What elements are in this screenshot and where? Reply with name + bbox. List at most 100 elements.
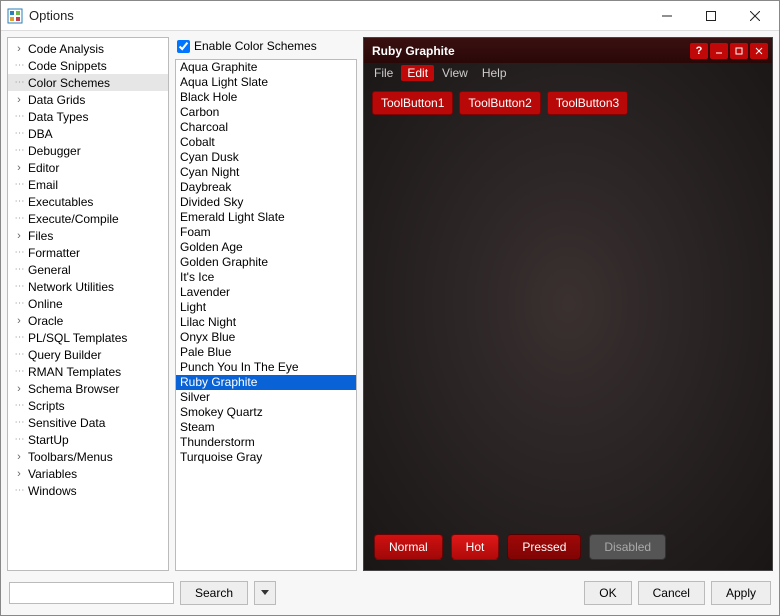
preview-minimize-button[interactable]: [710, 43, 728, 59]
tree-item[interactable]: ⋯PL/SQL Templates: [8, 329, 168, 346]
scheme-item[interactable]: Black Hole: [176, 90, 356, 105]
scheme-item[interactable]: Golden Age: [176, 240, 356, 255]
tree-node-icon: ⋯: [12, 264, 26, 275]
tree-item[interactable]: ⋯Executables: [8, 193, 168, 210]
tree-item[interactable]: ⋯Query Builder: [8, 346, 168, 363]
tree-item[interactable]: ⋯Formatter: [8, 244, 168, 261]
color-scheme-list[interactable]: Aqua GraphiteAqua Light SlateBlack HoleC…: [175, 59, 357, 571]
scheme-item[interactable]: Cyan Dusk: [176, 150, 356, 165]
chevron-right-icon[interactable]: ›: [12, 468, 26, 480]
tree-item[interactable]: ›Variables: [8, 465, 168, 482]
enable-color-schemes-row[interactable]: Enable Color Schemes: [175, 37, 357, 55]
tree-item-label: Color Schemes: [26, 76, 110, 90]
scheme-item[interactable]: Aqua Light Slate: [176, 75, 356, 90]
chevron-right-icon[interactable]: ›: [12, 94, 26, 106]
tree-item[interactable]: ⋯Debugger: [8, 142, 168, 159]
enable-color-schemes-label: Enable Color Schemes: [194, 39, 317, 53]
tree-item[interactable]: ⋯StartUp: [8, 431, 168, 448]
scheme-item[interactable]: Punch You In The Eye: [176, 360, 356, 375]
preview-menu-item[interactable]: File: [368, 65, 399, 81]
ok-button[interactable]: OK: [584, 581, 631, 605]
tree-item-label: Data Grids: [26, 93, 85, 107]
panes: ›Code Analysis⋯Code Snippets⋯Color Schem…: [7, 37, 773, 571]
scheme-item[interactable]: Carbon: [176, 105, 356, 120]
tree-item[interactable]: ⋯Windows: [8, 482, 168, 499]
tree-item[interactable]: ⋯General: [8, 261, 168, 278]
scheme-item[interactable]: Light: [176, 300, 356, 315]
preview-tool-button[interactable]: ToolButton2: [459, 91, 540, 115]
tree-item[interactable]: ⋯Sensitive Data: [8, 414, 168, 431]
tree-item[interactable]: ⋯Code Snippets: [8, 57, 168, 74]
search-dropdown-button[interactable]: [254, 581, 276, 605]
scheme-item[interactable]: Onyx Blue: [176, 330, 356, 345]
scheme-item[interactable]: Smokey Quartz: [176, 405, 356, 420]
maximize-button[interactable]: [689, 2, 733, 30]
scheme-item[interactable]: Divided Sky: [176, 195, 356, 210]
close-button[interactable]: [733, 2, 777, 30]
enable-color-schemes-checkbox[interactable]: [177, 40, 190, 53]
scheme-item[interactable]: Cobalt: [176, 135, 356, 150]
preview-menu-item[interactable]: Help: [476, 65, 513, 81]
minimize-button[interactable]: [645, 2, 689, 30]
scheme-item[interactable]: Thunderstorm: [176, 435, 356, 450]
bottom-bar: Search OK Cancel Apply: [7, 577, 773, 609]
chevron-right-icon[interactable]: ›: [12, 315, 26, 327]
scheme-item[interactable]: Lilac Night: [176, 315, 356, 330]
tree-item[interactable]: ⋯Execute/Compile: [8, 210, 168, 227]
chevron-right-icon[interactable]: ›: [12, 451, 26, 463]
tree-item[interactable]: ⋯Data Types: [8, 108, 168, 125]
scheme-item[interactable]: Charcoal: [176, 120, 356, 135]
preview-title: Ruby Graphite: [368, 44, 688, 58]
chevron-right-icon[interactable]: ›: [12, 230, 26, 242]
preview-maximize-button[interactable]: [730, 43, 748, 59]
tree-item[interactable]: ›Oracle: [8, 312, 168, 329]
search-button[interactable]: Search: [180, 581, 248, 605]
tree-item[interactable]: ⋯Color Schemes: [8, 74, 168, 91]
category-tree[interactable]: ›Code Analysis⋯Code Snippets⋯Color Schem…: [7, 37, 169, 571]
tree-item[interactable]: ›Data Grids: [8, 91, 168, 108]
chevron-right-icon[interactable]: ›: [12, 43, 26, 55]
tree-item[interactable]: ›Editor: [8, 159, 168, 176]
tree-node-icon: ⋯: [12, 417, 26, 428]
scheme-item[interactable]: Turquoise Gray: [176, 450, 356, 465]
scheme-item[interactable]: Ruby Graphite: [176, 375, 356, 390]
scheme-item[interactable]: Emerald Light Slate: [176, 210, 356, 225]
tree-item[interactable]: ›Schema Browser: [8, 380, 168, 397]
tree-item[interactable]: ›Toolbars/Menus: [8, 448, 168, 465]
preview-close-button[interactable]: [750, 43, 768, 59]
window-titlebar: Options: [1, 1, 779, 31]
tree-item[interactable]: ›Files: [8, 227, 168, 244]
cancel-button[interactable]: Cancel: [638, 581, 705, 605]
preview-menu-item[interactable]: Edit: [401, 65, 434, 81]
scheme-item[interactable]: Cyan Night: [176, 165, 356, 180]
scheme-item[interactable]: Lavender: [176, 285, 356, 300]
apply-button[interactable]: Apply: [711, 581, 771, 605]
scheme-item[interactable]: Steam: [176, 420, 356, 435]
tree-item[interactable]: ›Code Analysis: [8, 40, 168, 57]
tree-item[interactable]: ⋯DBA: [8, 125, 168, 142]
scheme-item[interactable]: Silver: [176, 390, 356, 405]
chevron-right-icon[interactable]: ›: [12, 383, 26, 395]
tree-item[interactable]: ⋯RMAN Templates: [8, 363, 168, 380]
search-input[interactable]: [9, 582, 174, 604]
preview-tool-button[interactable]: ToolButton1: [372, 91, 453, 115]
state-hot[interactable]: Hot: [451, 534, 500, 560]
preview-tool-button[interactable]: ToolButton3: [547, 91, 628, 115]
chevron-right-icon[interactable]: ›: [12, 162, 26, 174]
scheme-item[interactable]: Daybreak: [176, 180, 356, 195]
preview-menu-item[interactable]: View: [436, 65, 474, 81]
tree-item[interactable]: ⋯Scripts: [8, 397, 168, 414]
tree-item-label: Code Analysis: [26, 42, 104, 56]
state-pressed[interactable]: Pressed: [507, 534, 581, 560]
tree-item[interactable]: ⋯Network Utilities: [8, 278, 168, 295]
scheme-item[interactable]: Golden Graphite: [176, 255, 356, 270]
tree-node-icon: ⋯: [12, 60, 26, 71]
state-normal[interactable]: Normal: [374, 534, 443, 560]
tree-item[interactable]: ⋯Email: [8, 176, 168, 193]
scheme-item[interactable]: Aqua Graphite: [176, 60, 356, 75]
tree-item[interactable]: ⋯Online: [8, 295, 168, 312]
scheme-item[interactable]: Pale Blue: [176, 345, 356, 360]
preview-help-button[interactable]: ?: [690, 43, 708, 59]
scheme-item[interactable]: Foam: [176, 225, 356, 240]
scheme-item[interactable]: It's Ice: [176, 270, 356, 285]
